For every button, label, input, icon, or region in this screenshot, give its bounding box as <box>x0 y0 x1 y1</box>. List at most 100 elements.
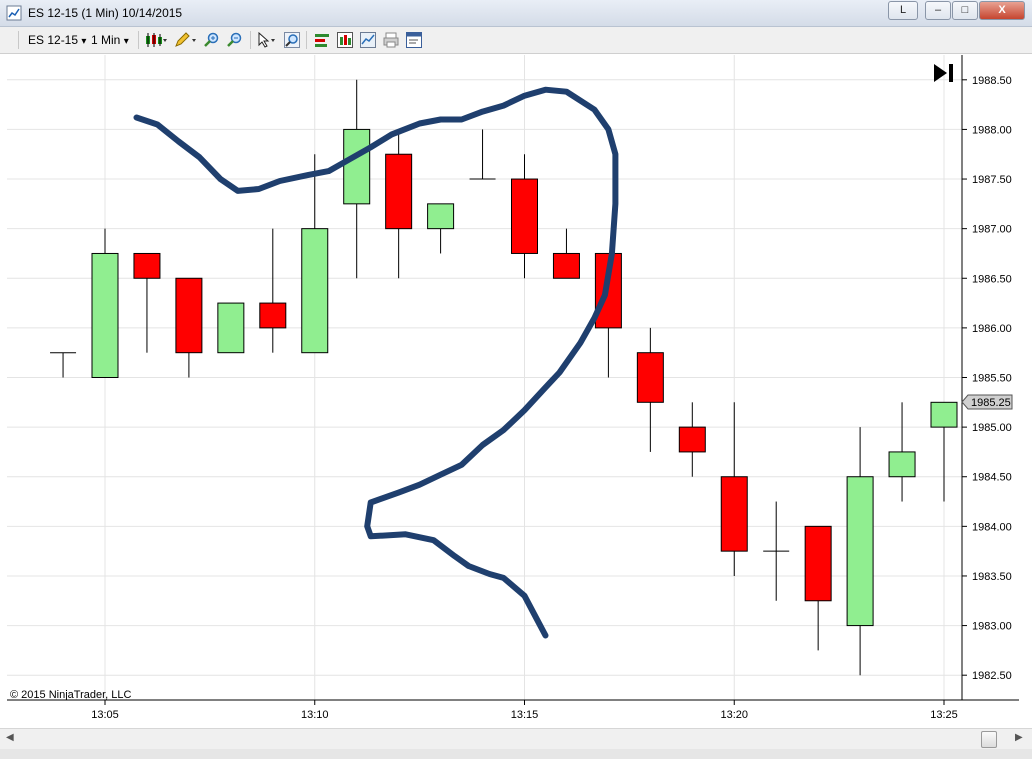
candle <box>385 129 413 279</box>
interval-label: 1 Min <box>91 33 121 47</box>
chevron-down-icon: ▾ <box>123 36 129 47</box>
candle-body-down <box>133 252 161 279</box>
candle-body-down <box>511 178 538 254</box>
candle <box>343 79 371 279</box>
candle-body-down <box>385 153 413 230</box>
candle <box>175 277 203 378</box>
window-minimize-button[interactable]: – <box>925 1 951 20</box>
candlestick-style-icon[interactable] <box>145 32 167 48</box>
magnifier-icon[interactable] <box>284 32 300 48</box>
time-axis: 13:05 13:10 13:15 13:20 13:25 <box>91 700 958 721</box>
candle-body-up <box>301 228 329 354</box>
window-title-bar: ES 12-15 (1 Min) 10/14/2015 L – □ X <box>0 0 1032 27</box>
candle <box>50 352 77 378</box>
zoom-out-icon[interactable] <box>226 32 242 48</box>
freehand-annotation <box>133 86 619 639</box>
y-tick-label: 1983.00 <box>972 621 1012 633</box>
candle <box>133 252 161 353</box>
instrument-label: ES 12-15 <box>28 33 79 47</box>
candle-body-down <box>678 426 706 453</box>
candle <box>930 401 958 502</box>
y-tick-label: 1983.50 <box>972 571 1012 583</box>
window-title: ES 12-15 (1 Min) 10/14/2015 <box>28 6 183 20</box>
zoom-in-icon[interactable] <box>203 32 219 48</box>
candle <box>678 402 706 477</box>
scroll-right-icon[interactable]: ▶ <box>1015 732 1023 743</box>
instrument-selector[interactable]: ES 12-15 ▾ <box>28 27 86 53</box>
pencil-draw-icon[interactable] <box>174 32 196 48</box>
candle <box>888 402 916 502</box>
y-tick-label: 1985.00 <box>972 422 1012 434</box>
y-tick-label: 1988.50 <box>972 75 1012 87</box>
y-tick-label: 1982.50 <box>972 670 1012 682</box>
candle <box>763 501 790 601</box>
last-price-label: 1985.25 <box>971 397 1011 409</box>
chart-toolbar: ES 12-15 ▾ 1 Min ▾ <box>0 27 1032 54</box>
window-maximize-button[interactable]: □ <box>952 1 978 20</box>
candle <box>217 302 245 354</box>
bar-style-icon[interactable] <box>314 32 330 48</box>
x-tick-label: 13:25 <box>930 709 958 721</box>
candle-body-up <box>888 451 916 478</box>
price-axis: 1982.50 1983.00 1983.50 1984.00 1984.50 1985.… <box>962 75 1012 682</box>
toolbar-separator <box>306 31 307 49</box>
window-close-button[interactable]: X <box>979 1 1025 20</box>
candle <box>636 327 664 452</box>
toolbar-separator <box>138 31 139 49</box>
toolbar-separator <box>18 31 19 49</box>
x-tick-label: 13:05 <box>91 709 119 721</box>
scrollbar-thumb[interactable] <box>981 731 997 748</box>
y-tick-label: 1986.50 <box>972 273 1012 285</box>
candlestick-chart[interactable]: 1982.50 1983.00 1983.50 1984.00 1984.50 1985.… <box>7 55 1019 727</box>
candle-body-down <box>175 277 203 354</box>
last-price-marker: 1985.25 <box>961 394 1013 410</box>
data-box-icon[interactable] <box>360 32 376 48</box>
candle <box>804 525 832 651</box>
y-tick-label: 1985.50 <box>972 373 1012 385</box>
chart-properties-icon[interactable] <box>337 32 353 48</box>
candle <box>469 129 496 180</box>
candle-body-up <box>427 203 455 230</box>
candle <box>91 228 119 378</box>
status-strip <box>0 749 1032 759</box>
interval-selector[interactable]: 1 Min ▾ <box>91 27 129 53</box>
print-icon[interactable] <box>383 32 399 48</box>
copyright-label: © 2015 NinjaTrader, LLC <box>10 689 131 701</box>
candle-body-up <box>930 401 958 428</box>
window-icon[interactable] <box>406 32 422 48</box>
candle <box>846 427 874 676</box>
candle-body-down <box>720 476 748 552</box>
y-tick-label: 1984.50 <box>972 472 1012 484</box>
x-tick-label: 13:15 <box>511 709 539 721</box>
candle-body-down <box>259 302 287 329</box>
y-tick-label: 1987.00 <box>972 224 1012 236</box>
y-tick-label: 1987.50 <box>972 174 1012 186</box>
candle <box>259 228 287 353</box>
y-tick-label: 1986.00 <box>972 323 1012 335</box>
annotation-stroke <box>133 86 619 639</box>
toolbar-separator <box>250 31 251 49</box>
candle <box>552 228 580 279</box>
horizontal-scrollbar[interactable]: ◀ ▶ <box>0 728 1032 749</box>
candle <box>720 402 748 576</box>
candle-body-up <box>343 128 371 205</box>
candle <box>427 203 455 254</box>
y-tick-label: 1988.00 <box>972 124 1012 136</box>
x-tick-label: 13:20 <box>720 709 748 721</box>
y-tick-label: 1984.00 <box>972 521 1012 533</box>
cursor-pointer-icon[interactable] <box>256 32 278 48</box>
app-chart-icon <box>6 5 22 21</box>
candle-body-up <box>217 302 245 354</box>
chart-grid <box>7 55 962 700</box>
candle <box>301 154 329 354</box>
candle-body-up <box>846 476 874 627</box>
candle <box>511 154 538 279</box>
candle-body-up <box>91 252 119 378</box>
x-tick-label: 13:10 <box>301 709 329 721</box>
chevron-down-icon: ▾ <box>81 36 87 47</box>
chart-area[interactable]: 1982.50 1983.00 1983.50 1984.00 1984.50 1985.… <box>7 55 1019 727</box>
window-l-button[interactable]: L <box>888 1 918 20</box>
candle-body-down <box>804 525 832 602</box>
scroll-left-icon[interactable]: ◀ <box>6 732 14 743</box>
candle-body-down <box>552 252 580 279</box>
